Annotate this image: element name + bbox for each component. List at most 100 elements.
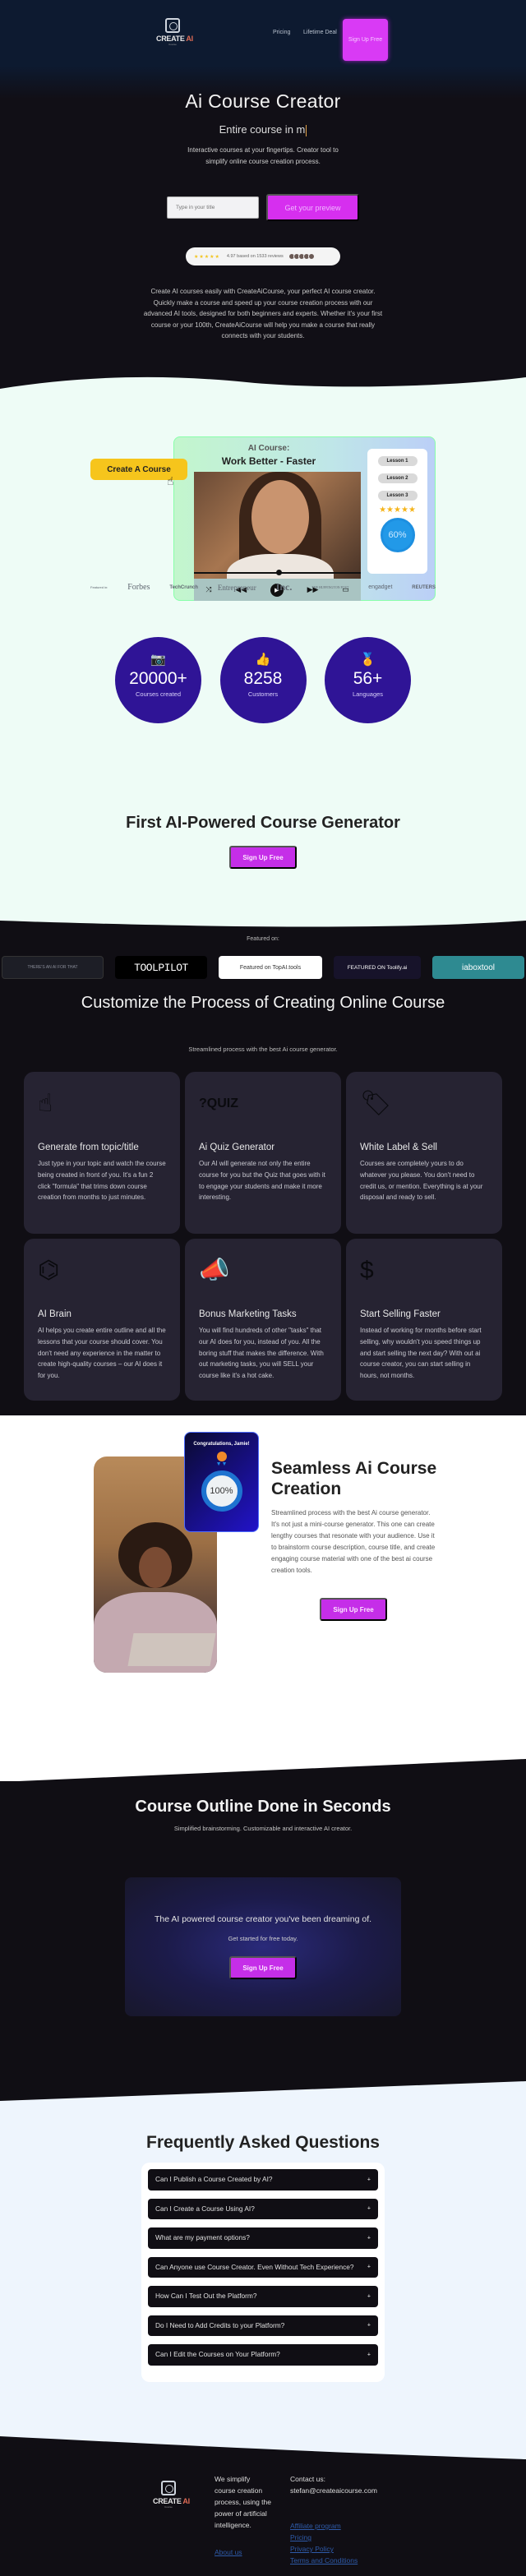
title-input[interactable] xyxy=(167,196,259,219)
plus-icon[interactable]: + xyxy=(367,2349,371,2361)
faq-item[interactable]: Can Anyone use Course Creator. Even With… xyxy=(148,2256,378,2278)
pointer-hand-icon: ☝ xyxy=(167,474,174,487)
nav-pricing[interactable]: Pricing xyxy=(273,30,290,35)
plus-icon[interactable]: + xyxy=(367,2204,371,2215)
privacy-policy-link[interactable]: Privacy Policy xyxy=(290,2543,358,2555)
badge-topaitools[interactable]: Featured on TopAI.tools xyxy=(219,956,322,979)
faq-item[interactable]: Do I Need to Add Credits to your Platfor… xyxy=(148,2315,378,2336)
lesson-item[interactable]: Lesson 2 xyxy=(377,473,418,483)
plus-icon[interactable]: + xyxy=(367,2232,371,2244)
feature-card: ?QUIZ Ai Quiz Generator Our AI will gene… xyxy=(185,1072,341,1234)
press-label: Featured in: xyxy=(90,585,108,589)
award-icon: 🏅 xyxy=(360,653,376,667)
get-preview-button[interactable]: Get your preview xyxy=(266,194,359,221)
cta-signup-button[interactable]: Sign Up Free xyxy=(229,1956,297,1979)
feature-title: White Label & Sell xyxy=(360,1143,437,1152)
badge-toolify[interactable]: FEATURED ON Toolify.ai xyxy=(334,956,421,979)
slant-divider xyxy=(0,2436,526,2461)
hero-description: Create AI courses easily with CreateAiCo… xyxy=(143,288,383,339)
faq-question: What are my payment options? xyxy=(155,2233,250,2241)
showcase-section: AI Course: Work Better - Faster ⤨ ◀◀ ▶ ▶… xyxy=(0,371,526,918)
outline-subtitle: Simplified brainstorming. Customizable a… xyxy=(173,1825,353,1832)
featured-badges: THERE'S AN AI FOR THAT TOOLPILOT Feature… xyxy=(0,956,526,979)
plus-icon[interactable]: + xyxy=(367,2320,371,2332)
feature-grid: ☝ Generate from topic/title Just type in… xyxy=(24,1072,502,1401)
video-scrubber[interactable] xyxy=(276,570,282,575)
nav-signup-button[interactable]: Sign Up Free xyxy=(343,19,388,61)
text-caret xyxy=(306,124,307,136)
rating-text: 4.97 based on 1533 reviews xyxy=(226,254,284,259)
feature-text: Courses are completely yours to do whate… xyxy=(360,1160,483,1202)
plus-icon[interactable]: + xyxy=(367,2174,371,2186)
lesson-item[interactable]: Lesson 1 xyxy=(377,456,418,466)
feature-card: ⌬ AI Brain AI helps you create entire ou… xyxy=(24,1239,180,1401)
badge-theresanaiforthat[interactable]: THERE'S AN AI FOR THAT xyxy=(2,956,104,979)
logo-sub: Course xyxy=(168,43,177,46)
feature-card: $ Start Selling Faster Instead of workin… xyxy=(346,1239,502,1401)
feature-title: Ai Quiz Generator xyxy=(199,1143,275,1152)
course-card-label: AI Course: xyxy=(247,444,290,453)
featured-label: Featured on: xyxy=(247,936,279,942)
seamless-signup-button[interactable]: Sign Up Free xyxy=(320,1598,387,1621)
faq-question: How Can I Test Out the Platform? xyxy=(155,2292,257,2300)
megaphone-icon: 📣 xyxy=(199,1257,230,1284)
logo[interactable]: CREATE AI Course xyxy=(156,18,193,46)
progress-ring: 60% xyxy=(380,518,415,552)
feature-text: Instead of working for months before sta… xyxy=(360,1327,482,1380)
top-nav: CREATE AI Course Pricing Lifetime Deal S… xyxy=(0,0,526,62)
signup-free-button[interactable]: Sign Up Free xyxy=(229,846,297,869)
plus-icon[interactable]: + xyxy=(367,2262,371,2274)
faq-question: Do I Need to Add Credits to your Platfor… xyxy=(155,2320,285,2329)
typed-headline: Entire course in m xyxy=(0,123,526,136)
features-subtitle: Streamlined process with the best Ai cou… xyxy=(188,1046,338,1053)
press-logo-reuters: REUTERS xyxy=(412,584,436,590)
pricing-link[interactable]: Pricing xyxy=(290,2532,358,2543)
footer-links: Affiliate program Pricing Privacy Policy… xyxy=(290,2520,358,2566)
course-card-title: Work Better - Faster xyxy=(221,455,316,467)
stat-value: 56+ xyxy=(353,669,383,688)
stat-languages: 🏅 56+ Languages xyxy=(325,637,411,723)
stats-row: 📷 20000+ Courses created 👍 8258 Customer… xyxy=(115,637,411,723)
about-us-link[interactable]: About us xyxy=(215,2548,242,2556)
cta-subtitle: Get started for free today. xyxy=(228,1935,298,1942)
outline-section: Course Outline Done in Seconds Simplifie… xyxy=(0,1781,526,2111)
footer-about-text: We simplify course creation process, usi… xyxy=(215,2475,271,2529)
lesson-item[interactable]: Lesson 3 xyxy=(377,491,418,501)
contact-email[interactable]: stefan@createaicourse.com xyxy=(290,2485,377,2496)
nav-lifetime-deal[interactable]: Lifetime Deal xyxy=(303,30,337,35)
faq-item[interactable]: Can I Create a Course Using AI? + xyxy=(148,2198,378,2219)
footer-logo[interactable]: CREATE AI Course xyxy=(153,2481,190,2509)
cta-title: The AI powered course creator you've bee… xyxy=(154,1914,372,1924)
seamless-section: Congratulations, Jamie! ▼▼ 100% Seamless… xyxy=(0,1415,526,1782)
plus-icon[interactable]: + xyxy=(367,2291,371,2302)
price-tag-icon: 🏷 xyxy=(360,1090,392,1117)
affiliate-link[interactable]: Affiliate program xyxy=(290,2520,358,2532)
completion-percent: 100% xyxy=(201,1470,242,1512)
press-logos: Featured in: Forbes TechCrunch Entrepren… xyxy=(90,581,436,593)
feature-title: AI Brain xyxy=(38,1309,72,1319)
terms-link[interactable]: Terms and Conditions xyxy=(290,2555,358,2566)
faq-item[interactable]: What are my payment options? + xyxy=(148,2227,378,2249)
faq-item[interactable]: Can I Edit the Courses on Your Platform?… xyxy=(148,2344,378,2366)
medal-icon xyxy=(216,1452,227,1461)
seamless-text: Streamlined process with the best Ai cou… xyxy=(271,1509,436,1574)
badge-toolpilot[interactable]: TOOLPILOT xyxy=(115,956,207,979)
stat-customers: 👍 8258 Customers xyxy=(219,637,307,723)
logo-text: CREATE xyxy=(156,35,185,43)
faq-item[interactable]: How Can I Test Out the Platform? + xyxy=(148,2286,378,2307)
hero-title: Ai Course Creator xyxy=(185,90,341,112)
press-logo-inc: Inc. xyxy=(275,581,293,593)
faq-section: Frequently Asked Questions Can I Publish… xyxy=(0,2110,526,2461)
stat-courses: 📷 20000+ Courses created xyxy=(115,637,201,723)
review-badge: ★★★★★ 4.97 based on 1533 reviews xyxy=(186,247,340,265)
stat-label: Courses created xyxy=(135,690,182,698)
feature-card: ☝ Generate from topic/title Just type in… xyxy=(24,1072,180,1234)
avatar xyxy=(307,253,315,260)
camera-icon: 📷 xyxy=(150,653,166,667)
slant-divider xyxy=(0,2081,526,2111)
footer-contact: Contact us: stefan@createaicourse.com xyxy=(290,2473,377,2496)
badge-iaboxtool[interactable]: iaboxtool xyxy=(432,956,524,979)
contact-label: Contact us: xyxy=(290,2475,325,2483)
faq-item[interactable]: Can I Publish a Course Created by AI? + xyxy=(148,2169,378,2191)
stat-value: 8258 xyxy=(243,669,283,688)
